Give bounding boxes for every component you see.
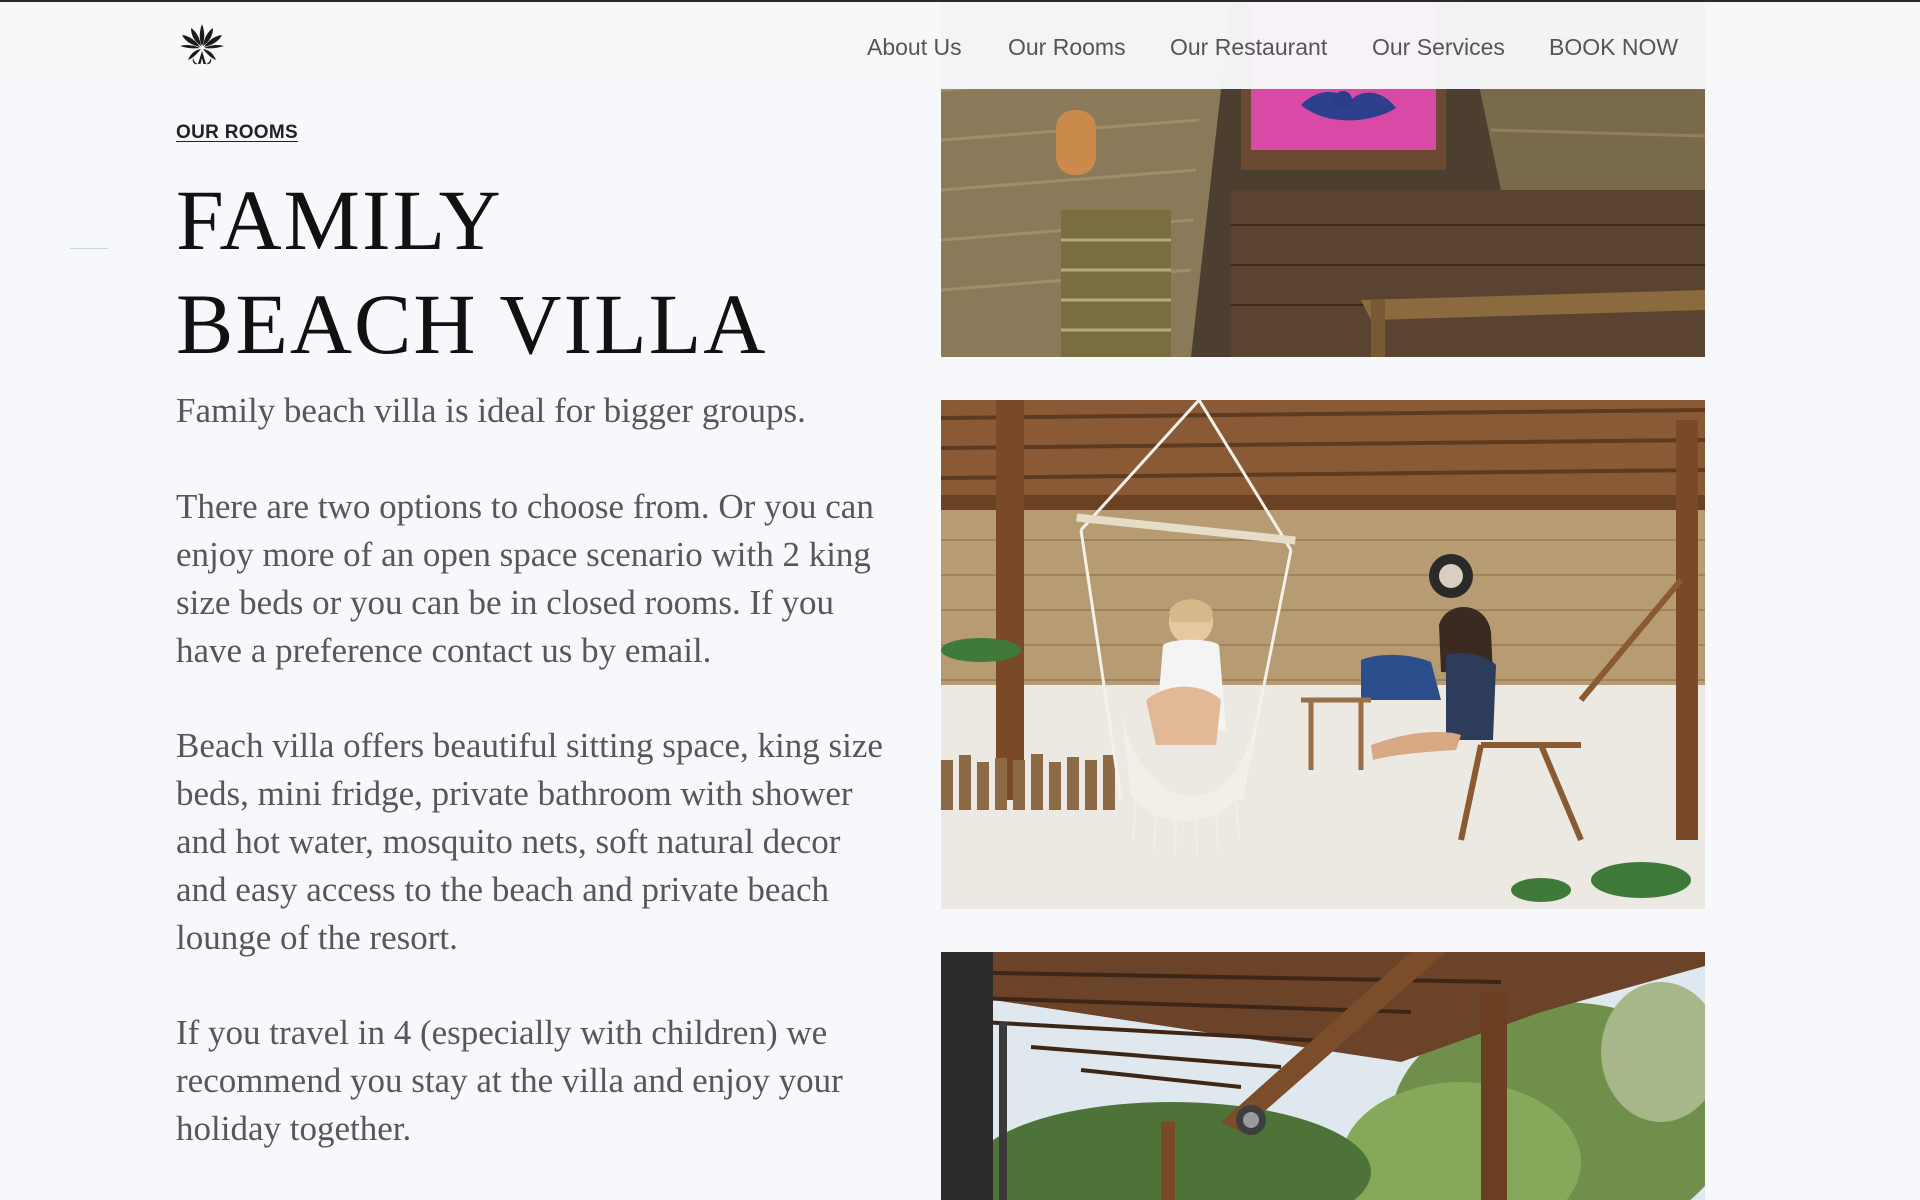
title-line-2: BEACH VILLA — [176, 276, 768, 372]
page-title: FAMILY BEACH VILLA — [176, 168, 767, 376]
villa-terrace-photo[interactable] — [941, 952, 1705, 1200]
intro-paragraph: Family beach villa is ideal for bigger g… — [176, 391, 806, 430]
site-header: About Us Our Rooms Our Restaurant Our Se… — [0, 0, 1920, 89]
hammock-lounge-photo[interactable] — [941, 400, 1705, 909]
breadcrumb-our-rooms[interactable]: OUR ROOMS — [176, 122, 298, 144]
nav-our-rooms[interactable]: Our Rooms — [1008, 29, 1126, 65]
nav-our-restaurant[interactable]: Our Restaurant — [1170, 29, 1327, 65]
options-paragraph: There are two options to choose from. Or… — [176, 487, 874, 670]
nav-book-now[interactable]: BOOK NOW — [1549, 29, 1678, 65]
family-paragraph: If you travel in 4 (especially with chil… — [176, 1013, 843, 1148]
nav-our-services[interactable]: Our Services — [1372, 29, 1505, 65]
amenities-paragraph: Beach villa offers beautiful sitting spa… — [176, 726, 883, 957]
main-nav: About Us Our Rooms Our Restaurant Our Se… — [0, 29, 1920, 65]
nav-about-us[interactable]: About Us — [867, 29, 962, 65]
top-border — [0, 0, 1920, 2]
side-divider — [70, 248, 108, 249]
title-line-1: FAMILY — [176, 172, 503, 268]
